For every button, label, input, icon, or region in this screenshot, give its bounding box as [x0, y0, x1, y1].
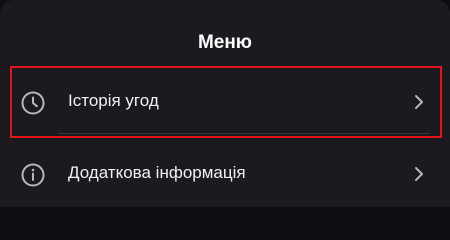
- info-icon: [20, 162, 46, 188]
- chevron-right-icon: [412, 165, 426, 183]
- menu-item-trade-history[interactable]: Історія угод: [12, 66, 442, 138]
- menu-item-label: Додаткова інформація: [68, 163, 246, 182]
- menu-item-additional-info[interactable]: Додаткова інформація: [12, 138, 442, 207]
- divider: [58, 133, 430, 134]
- menu-item-label: Історія угод: [68, 91, 159, 110]
- page-title: Меню: [197, 32, 253, 53]
- menu-sheet: Меню Історія угод Додаткова інформація: [0, 0, 450, 207]
- chevron-right-icon: [412, 93, 426, 111]
- clock-icon: [20, 90, 46, 116]
